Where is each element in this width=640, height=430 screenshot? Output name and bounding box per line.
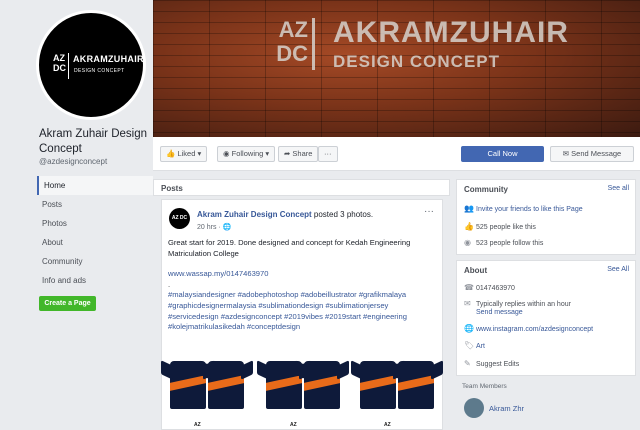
post-action: posted 3 photos. — [311, 210, 374, 219]
cover-photo[interactable]: AZ DC AKRAMZUHAIR DESIGN CONCEPT — [153, 0, 640, 137]
phone-row: ☎ 0147463970 — [464, 283, 515, 292]
page-handle[interactable]: @azdesignconcept — [39, 157, 107, 166]
more-options-button[interactable]: ··· — [318, 146, 338, 162]
logo-mark: AZ DC — [53, 53, 69, 79]
nav-item-community[interactable]: Community — [37, 252, 153, 271]
post-body: Great start for 2019. Done designed and … — [168, 238, 440, 333]
jersey-photo[interactable]: AZ — [356, 353, 436, 429]
logo-subtitle: DESIGN CONCEPT — [74, 68, 125, 74]
community-card: Community See all 👥 Invite your friends t… — [456, 179, 636, 255]
page-action-bar: 👍 Liked ▾ ◉ Following ▾ ➦ Share ··· Call… — [153, 137, 640, 171]
thumbs-up-icon: 👍 — [464, 222, 474, 231]
jersey-photo[interactable]: AZ — [262, 353, 342, 429]
phone-number[interactable]: 0147463970 — [476, 285, 515, 292]
tag-icon: 🏷 — [464, 341, 475, 350]
nav-item-info-and-ads[interactable]: Info and ads — [37, 271, 153, 290]
post-text: Great start for 2019. Done designed and … — [168, 238, 411, 258]
about-title[interactable]: About — [464, 266, 487, 275]
community-title[interactable]: Community — [464, 185, 508, 194]
following-button[interactable]: ◉ Following ▾ — [217, 146, 276, 162]
send-message-row: Send message — [464, 309, 523, 316]
messenger-icon: ✉ — [562, 149, 570, 158]
globe-icon: 🌐 — [464, 324, 474, 333]
send-message-link[interactable]: Send message — [476, 309, 523, 316]
post-author[interactable]: Akram Zuhair Design Concept — [197, 210, 312, 219]
community-see-all-link[interactable]: See all — [608, 185, 629, 192]
people-icon: 👥 — [464, 204, 474, 213]
liked-button[interactable]: 👍 Liked ▾ — [160, 146, 208, 162]
post-photos: AZ AZ AZ — [166, 345, 440, 430]
messenger-icon: ✉ — [464, 299, 471, 308]
suggest-edits-link[interactable]: Suggest Edits — [476, 361, 519, 368]
share-label: Share — [292, 149, 313, 158]
liked-label: Liked ▾ — [177, 149, 202, 158]
invite-friends-row[interactable]: 👥 Invite your friends to like this Page — [464, 204, 583, 213]
team-member-name[interactable]: Akram Zhr — [489, 404, 524, 413]
jersey-brand: AZ — [290, 422, 297, 428]
website-link[interactable]: www.instagram.com/azdesignconcept — [476, 326, 593, 333]
logo-name: AKRAMZUHAIR — [73, 54, 144, 64]
response-time: Typically replies within an hour — [476, 301, 571, 308]
follows-row: ◉ 523 people follow this — [464, 238, 543, 247]
send-message-label: Send Message — [571, 149, 622, 158]
team-member-avatar[interactable] — [464, 398, 484, 418]
follows-count: 523 people follow this — [476, 240, 544, 247]
likes-row: 👍 525 people like this — [464, 222, 536, 231]
pencil-icon: ✎ — [464, 359, 471, 368]
page-nav: Home Posts Photos About Community Info a… — [37, 176, 153, 290]
nav-item-home[interactable]: Home — [37, 176, 153, 195]
suggest-edits-row[interactable]: ✎ Suggest Edits — [464, 359, 519, 368]
team-members-header: Team Members — [462, 383, 507, 390]
website-row: 🌐 www.instagram.com/azdesignconcept — [464, 324, 593, 333]
category-link[interactable]: Art — [476, 343, 485, 350]
cover-logo-mark: AZ DC — [263, 18, 315, 70]
share-button[interactable]: ➦ Share — [278, 146, 319, 162]
category-row: 🏷 Art — [464, 341, 485, 350]
rss-icon: ◉ — [223, 149, 230, 158]
call-now-button[interactable]: Call Now — [461, 146, 544, 162]
about-card: About See All ☎ 0147463970 ✉ Typically rep… — [456, 260, 636, 376]
phone-icon: ☎ — [464, 283, 474, 292]
likes-count: 525 people like this — [476, 224, 536, 231]
create-page-button[interactable]: Create a Page — [39, 296, 96, 311]
nav-item-photos[interactable]: Photos — [37, 214, 153, 233]
post-author-line: Akram Zuhair Design Concept posted 3 pho… — [197, 210, 373, 219]
page-name[interactable]: Akram Zuhair Design Concept — [39, 127, 149, 157]
jersey-photo[interactable]: AZ — [166, 353, 246, 429]
posts-header[interactable]: Posts — [153, 179, 450, 196]
cover-name: AKRAMZUHAIR — [333, 16, 569, 49]
nav-item-posts[interactable]: Posts — [37, 195, 153, 214]
share-icon: ➦ — [284, 149, 291, 158]
about-see-all-link[interactable]: See All — [607, 266, 629, 273]
following-label: Following ▾ — [231, 149, 270, 158]
post-timestamp[interactable]: 20 hrs · 🌐 — [197, 223, 231, 231]
follow-icon: ◉ — [464, 238, 471, 247]
post-options-icon[interactable]: ··· — [424, 206, 434, 217]
jersey-brand: AZ — [384, 422, 391, 428]
nav-item-about[interactable]: About — [37, 233, 153, 252]
thumbs-up-icon: 👍 — [166, 149, 176, 158]
post-dot: . — [168, 279, 171, 289]
jersey-brand: AZ — [194, 422, 201, 428]
post-hashtags[interactable]: #malaysiandesigner #adobephotoshop #adob… — [168, 290, 440, 332]
response-row: ✉ Typically replies within an hour — [464, 299, 571, 308]
post-avatar[interactable]: AZ DC — [169, 208, 190, 229]
post-card: AZ DC Akram Zuhair Design Concept posted… — [161, 199, 443, 430]
send-message-button[interactable]: ✉ Send Message — [550, 146, 634, 162]
left-column: AZ DC AKRAMZUHAIR DESIGN CONCEPT Akram Z… — [0, 0, 153, 430]
profile-picture[interactable]: AZ DC AKRAMZUHAIR DESIGN CONCEPT — [36, 10, 146, 120]
invite-friends-link[interactable]: Invite your friends to like this Page — [476, 206, 583, 213]
post-link[interactable]: www.wassap.my/0147463970 — [168, 269, 440, 280]
cover-subtitle: DESIGN CONCEPT — [333, 52, 501, 71]
